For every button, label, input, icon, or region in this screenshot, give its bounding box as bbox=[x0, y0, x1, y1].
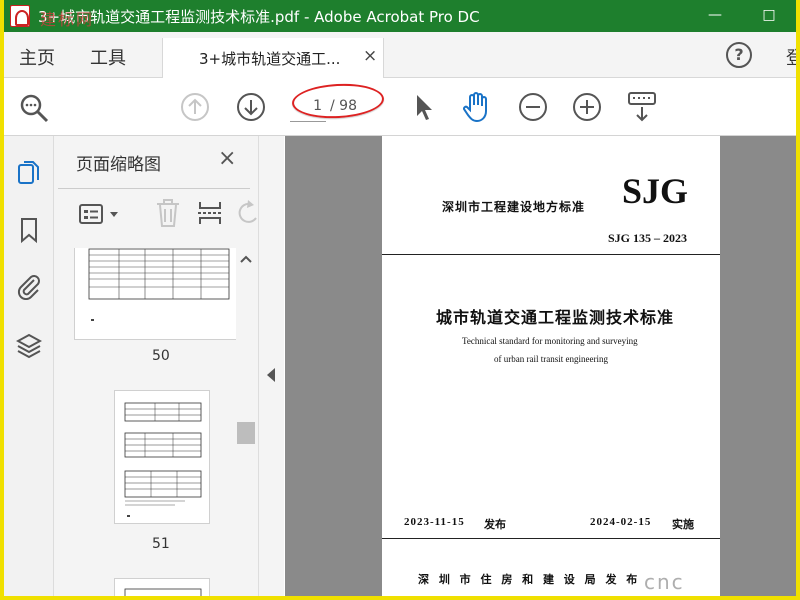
zoom-out-icon[interactable] bbox=[518, 92, 548, 122]
tab-close-icon[interactable]: × bbox=[363, 46, 377, 66]
next-page-icon[interactable] bbox=[236, 92, 266, 122]
collapse-arrow-icon bbox=[267, 368, 275, 382]
site-watermark-logo: 建标网 bbox=[40, 10, 95, 29]
app-window: 3+城市轨道交通工程监测技术标准.pdf - Adobe Acrobat Pro… bbox=[4, 0, 796, 596]
panel-collapse-handle[interactable] bbox=[258, 136, 284, 596]
help-icon[interactable]: ? bbox=[726, 42, 752, 68]
window-title: 3+城市轨道交通工程监测技术标准.pdf - Adobe Acrobat Pro… bbox=[38, 8, 480, 26]
site-watermark-text: cnc bbox=[644, 570, 685, 594]
left-navigation-rail bbox=[4, 136, 54, 596]
title-bar: 3+城市轨道交通工程监测技术标准.pdf - Adobe Acrobat Pro… bbox=[4, 0, 796, 32]
doc-title-en-2: of urban rail transit engineering bbox=[494, 354, 608, 364]
previous-page-icon[interactable] bbox=[180, 92, 210, 122]
doc-organization: 深圳市工程建设地方标准 bbox=[442, 200, 586, 214]
scrollbar-thumb[interactable] bbox=[237, 422, 255, 444]
page-number-highlight bbox=[291, 81, 385, 121]
toolbar: 1 / 98 bbox=[4, 78, 796, 136]
doc-bottom-rule bbox=[382, 538, 720, 539]
panel-divider bbox=[58, 188, 250, 189]
doc-publisher: 深 圳 市 住 房 和 建 设 局 发 布 bbox=[418, 573, 641, 586]
attachments-icon[interactable] bbox=[16, 272, 42, 300]
search-icon[interactable] bbox=[18, 92, 50, 124]
document-view[interactable]: 深圳市工程建设地方标准 SJG SJG 135 – 2023 城市轨道交通工程监… bbox=[285, 136, 796, 596]
hand-tool-icon[interactable] bbox=[460, 90, 494, 124]
keyboard-scroll-icon[interactable] bbox=[626, 90, 658, 124]
doc-issue-label: 发布 bbox=[484, 518, 506, 531]
pdf-page: 深圳市工程建设地方标准 SJG SJG 135 – 2023 城市轨道交通工程监… bbox=[382, 136, 720, 596]
doc-standard-code: SJG 135 – 2023 bbox=[608, 231, 688, 245]
page-thumbnails-icon[interactable] bbox=[16, 158, 42, 186]
tab-document[interactable]: 3+城市轨道交通工... × bbox=[162, 38, 384, 78]
doc-implement-date: 2024-02-15 bbox=[590, 516, 652, 528]
insert-page-icon[interactable] bbox=[196, 198, 224, 228]
minimize-button[interactable]: — bbox=[704, 4, 726, 26]
panel-close-icon[interactable]: × bbox=[218, 146, 236, 171]
scroll-up-arrow-icon[interactable] bbox=[239, 254, 253, 264]
page-thumbnails-panel: 页面缩略图 × 50 51 bbox=[54, 136, 258, 596]
doc-top-rule bbox=[382, 254, 720, 255]
rotate-page-icon[interactable] bbox=[236, 200, 258, 226]
doc-implement-label: 实施 bbox=[672, 518, 694, 531]
panel-title: 页面缩略图 bbox=[76, 155, 161, 175]
thumbnail-options-icon[interactable] bbox=[78, 202, 124, 228]
tab-document-label: 3+城市轨道交通工... bbox=[199, 50, 341, 68]
thumbnail-page-50-preview bbox=[88, 248, 230, 321]
thumbnail-label-51: 51 bbox=[152, 536, 170, 552]
tab-tools[interactable]: 工具 bbox=[90, 44, 126, 70]
acrobat-app-icon bbox=[10, 5, 30, 27]
doc-issue-date: 2023-11-15 bbox=[404, 516, 465, 528]
layers-icon[interactable] bbox=[16, 332, 42, 360]
thumbnail-scrollbar[interactable] bbox=[236, 248, 258, 596]
select-cursor-icon[interactable] bbox=[412, 92, 436, 122]
thumbnail-page-51-preview bbox=[124, 402, 202, 517]
doc-title-cn: 城市轨道交通工程监测技术标准 bbox=[436, 308, 675, 327]
thumbnail-page-52-preview bbox=[124, 588, 202, 596]
tab-bar: 主页 工具 3+城市轨道交通工... × ? 登 bbox=[4, 32, 796, 78]
bookmarks-icon[interactable] bbox=[16, 216, 42, 244]
zoom-in-icon[interactable] bbox=[572, 92, 602, 122]
thumbnail-page-51[interactable] bbox=[114, 390, 210, 524]
delete-page-icon[interactable] bbox=[154, 198, 182, 228]
thumbnail-page-52[interactable] bbox=[114, 578, 210, 596]
thumbnail-page-50[interactable] bbox=[74, 248, 238, 340]
doc-logo-sjg: SJG bbox=[622, 171, 689, 211]
thumbnail-list: 50 51 bbox=[54, 248, 238, 596]
login-button[interactable]: 登 bbox=[786, 44, 796, 70]
tab-home[interactable]: 主页 bbox=[19, 44, 55, 70]
doc-title-en-1: Technical standard for monitoring and su… bbox=[462, 336, 638, 346]
thumbnail-label-50: 50 bbox=[152, 348, 170, 364]
maximize-button[interactable]: □ bbox=[758, 4, 780, 26]
